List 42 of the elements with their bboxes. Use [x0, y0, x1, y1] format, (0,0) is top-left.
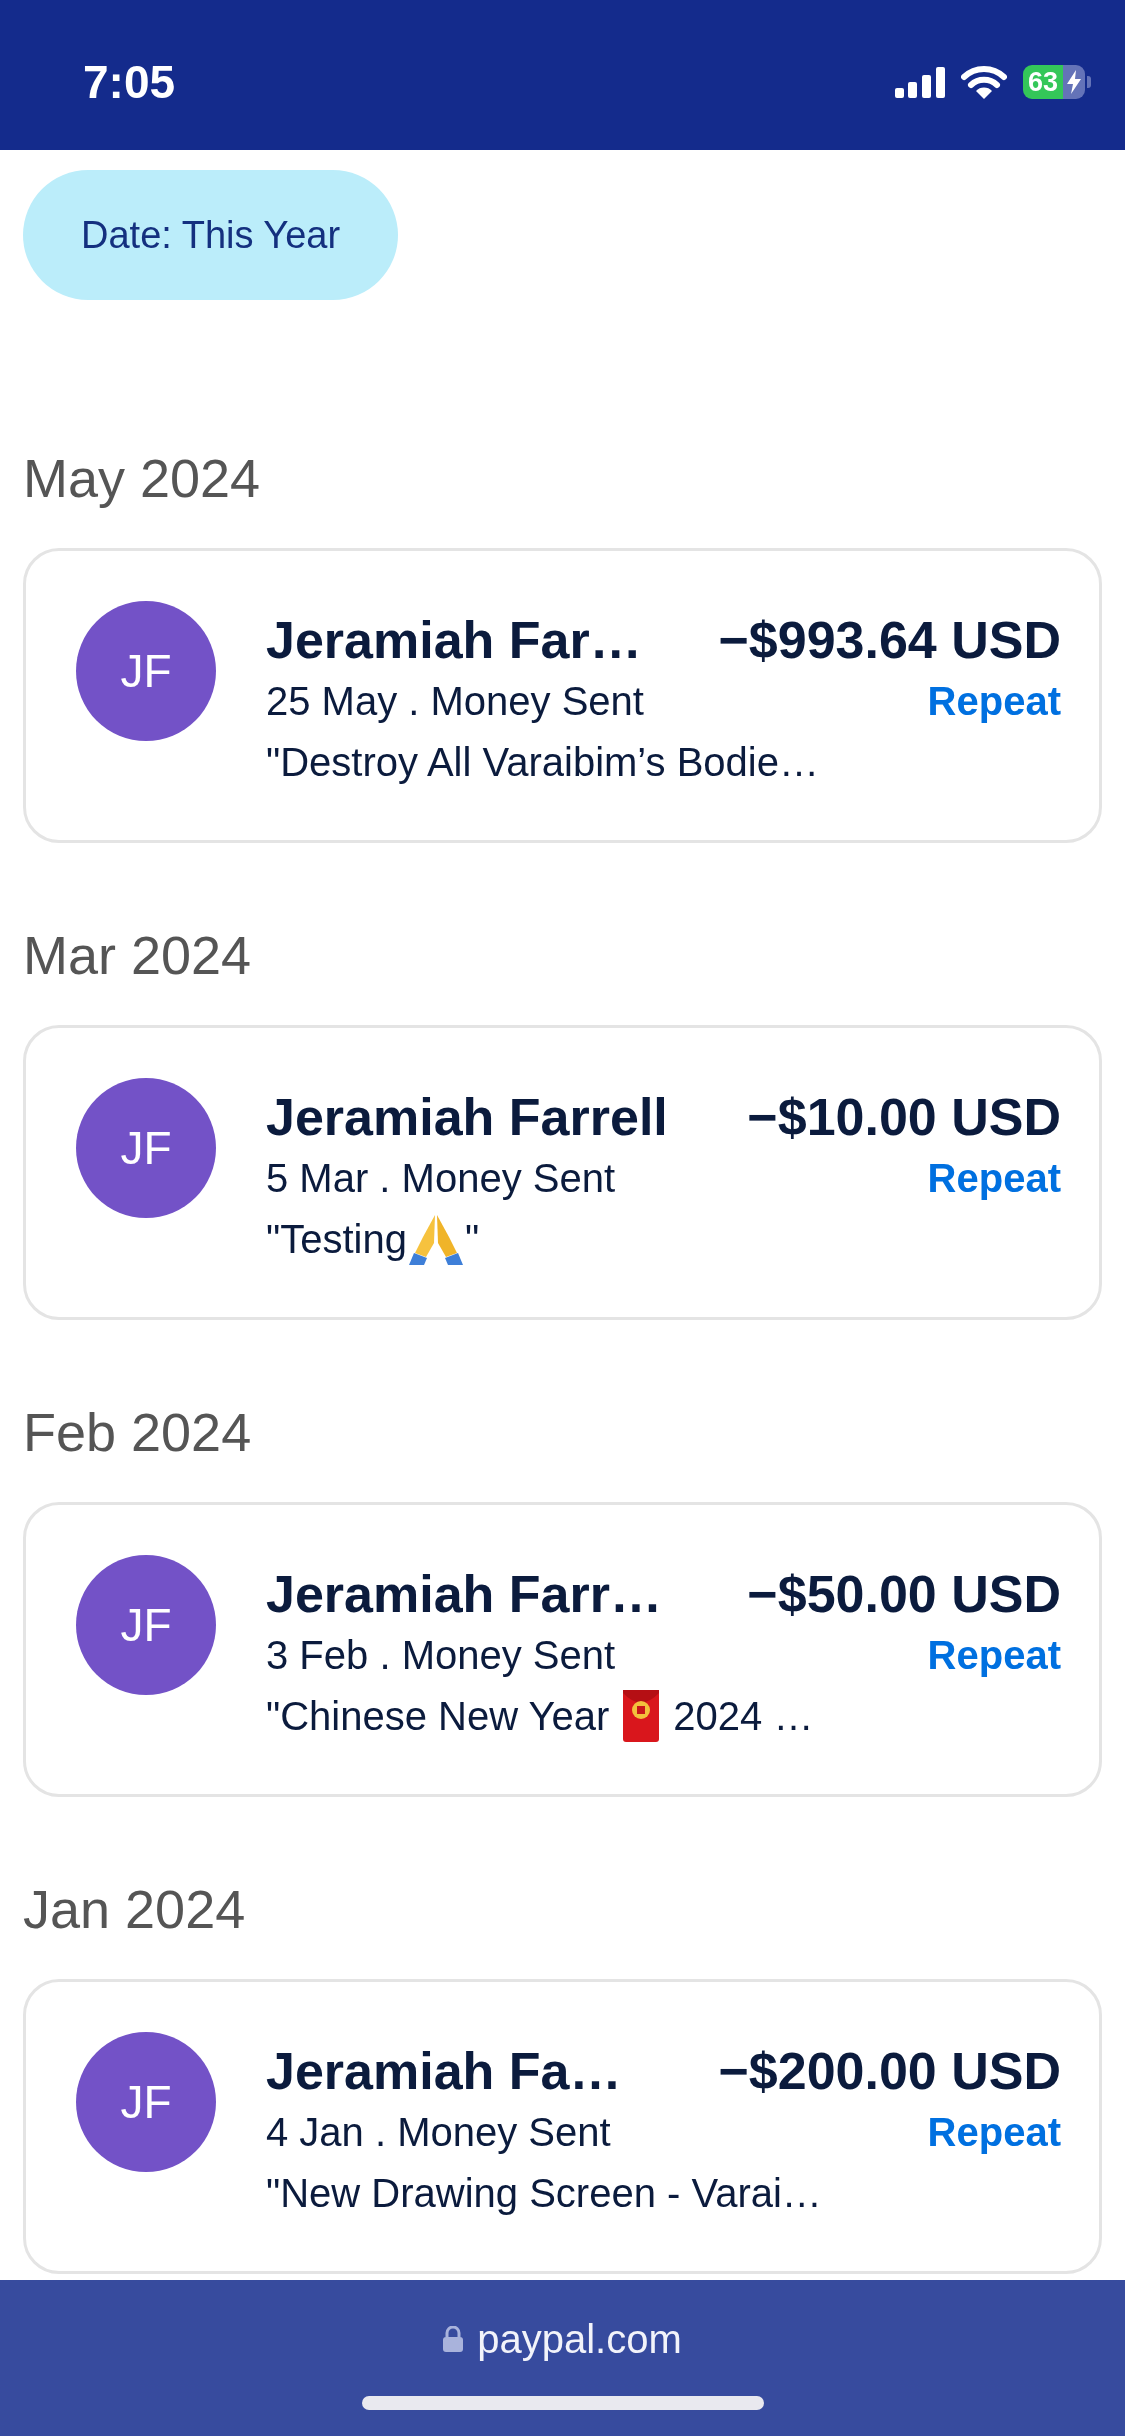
transaction-card[interactable]: JF Jeramiah Farr… −$50.00 USD 3 Feb . Money Sent Repeat "Chinese New Year 2024 … — [23, 1502, 1102, 1797]
clock-time: 7:05 — [83, 59, 176, 105]
lock-icon — [443, 2326, 464, 2352]
transaction-card[interactable]: JF Jeramiah Farrell −$10.00 USD 5 Mar . Money Sent Repeat "Testing " — [23, 1025, 1102, 1320]
wifi-icon — [961, 65, 1007, 99]
note-text: " — [464, 1218, 480, 1259]
amount: −$50.00 USD — [747, 1567, 1061, 1620]
note-text: "Testing — [266, 1218, 407, 1259]
month-heading: Jan 2024 — [23, 1882, 246, 1936]
amount: −$993.64 USD — [718, 613, 1061, 666]
amount: −$200.00 USD — [718, 2044, 1061, 2097]
transaction-card[interactable]: JF Jeramiah Far… −$993.64 USD 25 May . Money Sent Repeat "Destroy All Varaibim’s Bodie… — [23, 548, 1102, 843]
note-text: 2024 … — [673, 1695, 814, 1736]
payee-name: Jeramiah Farr… — [266, 1567, 662, 1620]
bolt-icon — [1067, 70, 1081, 94]
url-text[interactable]: paypal.com — [477, 2319, 682, 2359]
signal-icon — [895, 66, 945, 98]
amount: −$10.00 USD — [747, 1090, 1061, 1143]
note-text: "Destroy All Varaibim’s Bodie… — [266, 741, 819, 782]
month-heading: Feb 2024 — [23, 1405, 252, 1459]
payee-name: Jeramiah Farrell — [266, 1090, 668, 1143]
repeat-link[interactable]: Repeat — [927, 2111, 1061, 2152]
month-heading: Mar 2024 — [23, 928, 252, 982]
transaction-detail: 5 Mar . Money Sent — [266, 1157, 616, 1198]
payee-name: Jeramiah Fa… — [266, 2044, 622, 2097]
date-filter-chip[interactable]: Date: This Year — [23, 170, 399, 300]
initials-avatar: JF — [76, 2032, 216, 2172]
repeat-link[interactable]: Repeat — [927, 1157, 1061, 1198]
envelope-icon — [623, 1689, 660, 1742]
initials-avatar: JF — [76, 1078, 216, 1218]
battery-percentage: 63 — [1023, 65, 1063, 99]
payee-name: Jeramiah Far… — [266, 613, 642, 666]
transaction-detail: 4 Jan . Money Sent — [266, 2111, 611, 2152]
note-text: "New Drawing Screen - Varai… — [266, 2172, 822, 2213]
transaction-detail: 3 Feb . Money Sent — [266, 1634, 616, 1675]
initials-avatar: JF — [76, 1555, 216, 1695]
initials-avatar: JF — [76, 601, 216, 741]
note-text: "Chinese New Year — [266, 1695, 610, 1736]
repeat-link[interactable]: Repeat — [927, 680, 1061, 721]
transaction-card[interactable]: JF Jeramiah Fa… −$200.00 USD 4 Jan . Money Sent Repeat "New Drawing Screen - Varai… — [23, 1979, 1102, 2274]
transaction-detail: 25 May . Money Sent — [266, 680, 644, 721]
repeat-link[interactable]: Repeat — [927, 1634, 1061, 1675]
